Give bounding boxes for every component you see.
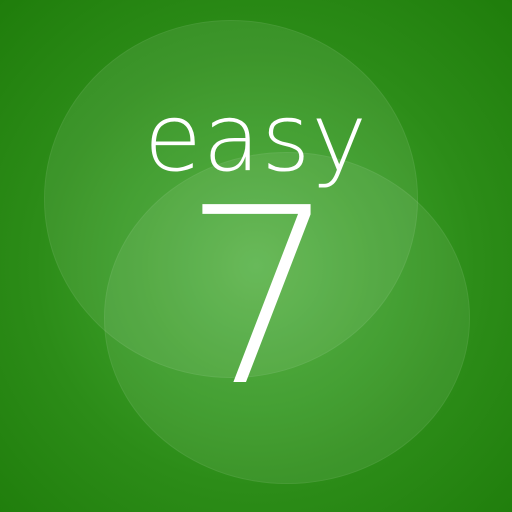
app-logo-tile: easy 7 [0, 0, 512, 512]
logo-numeral: 7 [182, 156, 338, 440]
